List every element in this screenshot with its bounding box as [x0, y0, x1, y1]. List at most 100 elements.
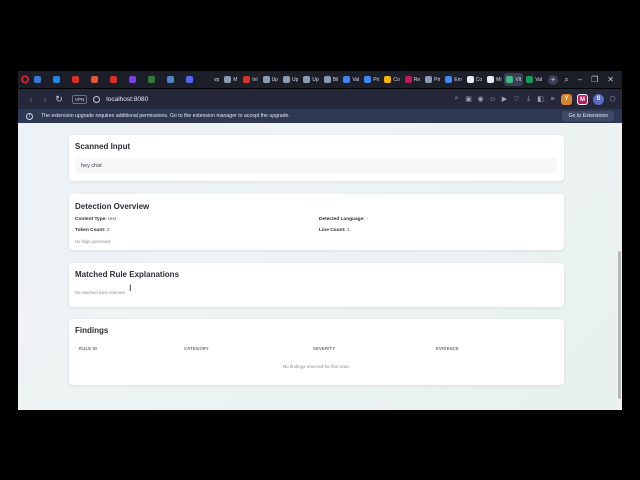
- tab-favicon-icon: [466, 76, 474, 83]
- language-value: -: [366, 217, 368, 222]
- content-type-value: text: [108, 217, 116, 222]
- site-info-icon[interactable]: [93, 95, 101, 103]
- browser-tab[interactable]: [108, 73, 126, 86]
- matched-rules-title: Matched Rule Explanations: [75, 270, 180, 279]
- tab-label: Val: [535, 76, 543, 83]
- browser-tab[interactable]: Val: [341, 73, 361, 86]
- browser-tab[interactable]: Up: [261, 73, 280, 86]
- opera-logo-icon[interactable]: O: [18, 73, 32, 87]
- tab-label: Pri: [434, 76, 441, 83]
- browser-tab[interactable]: Co: [465, 73, 484, 86]
- line-count-value: 1: [347, 228, 350, 233]
- line-count-row: Line Count: 1: [319, 228, 350, 233]
- column-header-severity: SEVERITY: [313, 346, 336, 351]
- forward-icon[interactable]: ›: [38, 94, 52, 104]
- browser-tab[interactable]: Co: [382, 73, 401, 86]
- scanned-input-card: Scanned Input hey chat: [69, 135, 564, 181]
- browser-frame: O vp M Inl Up Up Up Bil Val Pri Co Re Pri Em Co Mi Vit V…: [0, 0, 640, 480]
- tab-strip: O vp M Inl Up Up Up Bil Val Pri Co Re Pri Em Co Mi Vit V…: [18, 71, 622, 88]
- tab-favicon-icon: [205, 76, 212, 83]
- tab-label: Inl: [252, 76, 258, 83]
- tab-favicon-icon: [343, 76, 351, 83]
- browser-toolbar: ‹ › ↻ VPN localhost:8080 ⌕ ▣ ◉ ☺ ▶ ♡ ⤓ ◧…: [18, 89, 622, 109]
- sidebar-icon[interactable]: ◧: [537, 95, 544, 103]
- tab-label: Pri: [373, 76, 380, 83]
- text-cursor-icon: I: [129, 283, 132, 293]
- token-count-row: Token Count: 2: [75, 228, 110, 233]
- browser-tab[interactable]: [32, 73, 50, 86]
- search-tabs-icon[interactable]: ⌕: [564, 75, 568, 85]
- vpn-badge[interactable]: VPN: [72, 94, 88, 104]
- tab-label: Vit: [515, 76, 522, 83]
- address-bar[interactable]: localhost:8080: [106, 96, 148, 103]
- flags-note: No flags generated.: [75, 239, 112, 244]
- scanned-input-value: hey chat: [75, 158, 557, 174]
- browser-tab[interactable]: [184, 73, 202, 86]
- tab-favicon-icon: [323, 76, 331, 83]
- column-header-evidence: EVIDENCE: [436, 346, 460, 351]
- matched-rules-empty: No matched rules returned.: [75, 290, 126, 295]
- wallet-icon[interactable]: ⬡: [609, 95, 616, 103]
- screenshot-icon[interactable]: ▣: [465, 95, 472, 103]
- play-icon[interactable]: ▶: [501, 95, 508, 103]
- tab-favicon-icon: [384, 76, 392, 83]
- browser-tab[interactable]: Re: [403, 73, 422, 86]
- browser-tab[interactable]: [127, 73, 145, 86]
- tab-label: Up: [291, 76, 299, 83]
- tab-label: Up: [312, 76, 319, 83]
- tab-label: vp: [214, 76, 220, 83]
- heart-icon[interactable]: ♡: [513, 95, 520, 103]
- tab-favicon-icon: [487, 76, 495, 83]
- browser-tab[interactable]: Vit: [504, 73, 524, 86]
- browser-tab[interactable]: Pri: [423, 73, 442, 86]
- profile-avatar[interactable]: S: [593, 93, 604, 105]
- ai-icon[interactable]: ☺: [489, 96, 496, 103]
- tab-favicon-icon: [72, 76, 79, 83]
- minimize-icon[interactable]: –: [578, 75, 582, 84]
- maximize-icon[interactable]: ❐: [591, 75, 598, 84]
- browser-tab[interactable]: [165, 73, 183, 86]
- go-to-extensions-button[interactable]: Go to Extensions: [562, 111, 614, 121]
- browser-tab[interactable]: M: [222, 73, 240, 86]
- close-icon[interactable]: ✕: [607, 75, 614, 84]
- browser-tab[interactable]: [146, 73, 164, 86]
- browser-tab[interactable]: Bil: [322, 73, 341, 86]
- tab-favicon-icon: [303, 76, 311, 83]
- browser-tab[interactable]: [51, 73, 69, 86]
- browser-tab[interactable]: Pri: [362, 73, 381, 86]
- extension-m-icon[interactable]: M: [577, 93, 588, 105]
- browser-tab[interactable]: vp: [203, 73, 221, 86]
- scrollbar-thumb[interactable]: [618, 251, 621, 399]
- new-tab-button[interactable]: +: [548, 74, 559, 85]
- reload-icon[interactable]: ↻: [52, 94, 66, 105]
- browser-tab[interactable]: Up: [281, 73, 300, 86]
- back-icon[interactable]: ‹: [24, 94, 38, 104]
- camera-icon[interactable]: ◉: [477, 95, 484, 103]
- tab-label: Val: [352, 76, 360, 83]
- tab-favicon-icon: [129, 76, 136, 83]
- browser-tab[interactable]: [70, 73, 88, 86]
- tab-favicon-icon: [243, 76, 251, 83]
- toolbar-actions: ⌕ ▣ ◉ ☺ ▶ ♡ ⤓ ◧ ≡ Y M S ⬡: [453, 93, 616, 105]
- tab-label: Co: [393, 76, 400, 83]
- scrollbar[interactable]: [617, 123, 622, 410]
- download-icon[interactable]: ⤓: [525, 95, 532, 103]
- tab-label: Up: [271, 76, 278, 83]
- tab-favicon-icon: [445, 76, 453, 83]
- findings-card: Findings RULE ID CATEGORY SEVERITY EVIDE…: [69, 319, 564, 385]
- browser-tab[interactable]: Inl: [241, 73, 259, 86]
- info-icon: i: [26, 112, 33, 120]
- tab-favicon-icon: [167, 76, 174, 83]
- extension-y-icon[interactable]: Y: [561, 93, 572, 105]
- line-count-label: Line Count:: [319, 228, 346, 233]
- browser-tab[interactable]: Val: [524, 73, 544, 86]
- browser-tab[interactable]: Mi: [485, 73, 503, 86]
- browser-tab[interactable]: Em: [443, 73, 464, 86]
- browser-tab[interactable]: Up: [301, 73, 320, 86]
- tab-favicon-icon: [110, 76, 117, 83]
- browser-tab[interactable]: [89, 73, 107, 86]
- menu-icon[interactable]: ≡: [549, 96, 556, 103]
- tab-list: vp M Inl Up Up Up Bil Val Pri Co Re Pri Em Co Mi Vit Val: [32, 73, 545, 86]
- tab-label: Em: [454, 76, 462, 83]
- search-icon[interactable]: ⌕: [453, 95, 460, 103]
